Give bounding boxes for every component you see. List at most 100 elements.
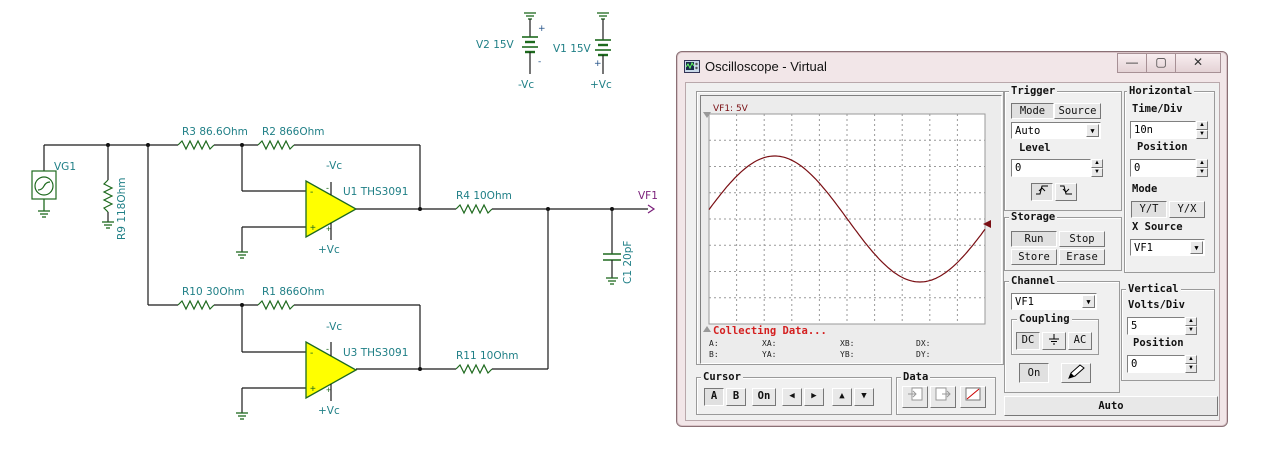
- timediv-input[interactable]: 10n: [1130, 121, 1196, 139]
- maximize-button[interactable]: ▢: [1146, 53, 1176, 73]
- vertical-position-input[interactable]: 0: [1127, 355, 1185, 373]
- trigger-mode-select[interactable]: Auto ▼: [1011, 122, 1101, 139]
- u3-neg-supply-label: -Vc: [326, 321, 342, 333]
- trigger-source-button[interactable]: Source: [1054, 103, 1101, 119]
- close-button[interactable]: ✕: [1175, 53, 1221, 73]
- ground-coupling-button[interactable]: [1042, 332, 1066, 350]
- r10-resistor[interactable]: [177, 299, 215, 311]
- pen-icon: [1068, 364, 1085, 379]
- scope-screen[interactable]: VF1: 5V Collecting Data... A: B: XA: YA:…: [700, 95, 1002, 364]
- u3-label: U3 THS3091: [343, 347, 408, 359]
- channel-on-button[interactable]: On: [1019, 363, 1049, 383]
- cursor-on-button[interactable]: On: [752, 388, 776, 406]
- r2-resistor[interactable]: [257, 139, 295, 151]
- svg-text:-: -: [538, 57, 541, 67]
- trigger-level-input[interactable]: 0: [1011, 159, 1091, 177]
- v2-battery[interactable]: + -: [522, 12, 546, 74]
- v1-battery[interactable]: +: [594, 12, 611, 74]
- dc-coupling-button[interactable]: DC: [1016, 332, 1040, 350]
- horizontal-title: Horizontal: [1127, 85, 1195, 97]
- svg-text:+: +: [594, 59, 602, 69]
- u1-label: U1 THS3091: [343, 186, 408, 198]
- r3-label: R3 86.6Ohm: [182, 126, 248, 138]
- channel-scale-label: VF1: 5V: [713, 104, 748, 114]
- horizontal-position-spinner[interactable]: ▲ ▼: [1196, 159, 1208, 177]
- svg-text:+: +: [310, 223, 316, 234]
- data-chart-button[interactable]: [960, 386, 986, 408]
- svg-text:-: -: [310, 187, 313, 198]
- r1-label: R1 866Ohm: [262, 286, 325, 298]
- trigger-level-label: Level: [1019, 142, 1051, 154]
- chart-icon: [965, 387, 981, 401]
- erase-button[interactable]: Erase: [1059, 249, 1105, 265]
- horizontal-mode-label: Mode: [1132, 183, 1158, 195]
- vertical-title: Vertical: [1126, 283, 1181, 295]
- scope-graticule: [703, 112, 991, 332]
- export-icon: [935, 387, 951, 401]
- trigger-level-spinner[interactable]: ▲ ▼: [1091, 159, 1103, 177]
- voltsdiv-label: Volts/Div: [1128, 299, 1185, 311]
- data-export-button[interactable]: [930, 386, 956, 408]
- yt-mode-button[interactable]: Y/T: [1131, 201, 1167, 218]
- r11-resistor[interactable]: [455, 363, 493, 375]
- data-import-button[interactable]: [902, 386, 928, 408]
- cursor-title: Cursor: [701, 371, 743, 383]
- xsource-select[interactable]: VF1 ▼: [1130, 239, 1205, 256]
- auto-button[interactable]: Auto: [1004, 396, 1218, 416]
- cursor-right-button[interactable]: ▶: [804, 388, 824, 406]
- svg-text:-: -: [326, 344, 329, 354]
- chevron-down-icon[interactable]: ▼: [1190, 241, 1203, 254]
- readout-dy: DY:: [916, 350, 931, 359]
- minimize-button[interactable]: —: [1117, 53, 1147, 73]
- falling-edge-button[interactable]: [1055, 183, 1077, 201]
- store-button[interactable]: Store: [1011, 249, 1057, 265]
- cursor-b-button[interactable]: B: [726, 388, 746, 406]
- yx-mode-button[interactable]: Y/X: [1169, 201, 1205, 218]
- readout-yb: YB:: [840, 350, 855, 359]
- u3-pos-supply-label: +Vc: [318, 405, 340, 417]
- stop-button[interactable]: Stop: [1059, 231, 1105, 247]
- cursor-down-button[interactable]: ▼: [854, 388, 874, 406]
- readout-a: A:: [709, 339, 719, 348]
- cursor-up-button[interactable]: ▲: [832, 388, 852, 406]
- horizontal-position-input[interactable]: 0: [1130, 159, 1196, 177]
- run-button[interactable]: Run: [1011, 231, 1057, 247]
- vg1-source[interactable]: [31, 145, 57, 218]
- readout-ya: YA:: [762, 350, 777, 359]
- voltsdiv-input[interactable]: 5: [1127, 317, 1185, 335]
- vf1-probe-label: VF1: [638, 190, 658, 202]
- r9-label: R9 118Ohm: [116, 177, 128, 240]
- chevron-down-icon[interactable]: ▼: [1082, 295, 1095, 308]
- probe-color-button[interactable]: [1061, 363, 1091, 383]
- c1-capacitor[interactable]: [603, 209, 621, 285]
- import-icon: [908, 387, 923, 401]
- cursor-left-button[interactable]: ◀: [782, 388, 802, 406]
- readout-dx: DX:: [916, 339, 931, 348]
- voltsdiv-spinner[interactable]: ▲ ▼: [1185, 317, 1197, 335]
- svg-text:+: +: [310, 384, 316, 395]
- trigger-mode-button[interactable]: Mode: [1011, 103, 1054, 119]
- rising-edge-button[interactable]: [1031, 183, 1053, 201]
- r9-resistor[interactable]: [102, 145, 114, 229]
- cursor-a-button[interactable]: A: [704, 388, 724, 406]
- vg1-label: VG1: [54, 161, 76, 173]
- readout-xa: XA:: [762, 339, 777, 348]
- timediv-spinner[interactable]: ▲ ▼: [1196, 121, 1208, 139]
- r1-resistor[interactable]: [257, 299, 295, 311]
- window-titlebar[interactable]: Oscilloscope - Virtual — ▢ ✕: [677, 52, 1227, 80]
- channel-value: VF1: [1015, 296, 1034, 308]
- storage-title: Storage: [1009, 211, 1058, 223]
- vertical-position-spinner[interactable]: ▲ ▼: [1185, 355, 1197, 373]
- r3-resistor[interactable]: [177, 139, 215, 151]
- timediv-label: Time/Div: [1132, 103, 1183, 115]
- r4-resistor[interactable]: [455, 203, 493, 215]
- r10-label: R10 30Ohm: [182, 286, 245, 298]
- svg-text:-: -: [326, 183, 329, 193]
- channel-select[interactable]: VF1 ▼: [1011, 293, 1097, 310]
- horizontal-position-label: Position: [1137, 141, 1188, 153]
- readout-xb: XB:: [840, 339, 855, 348]
- v2-label: V2 15V: [476, 39, 515, 51]
- falling-edge-icon: [1060, 185, 1072, 195]
- ac-coupling-button[interactable]: AC: [1068, 332, 1092, 350]
- chevron-down-icon[interactable]: ▼: [1086, 124, 1099, 137]
